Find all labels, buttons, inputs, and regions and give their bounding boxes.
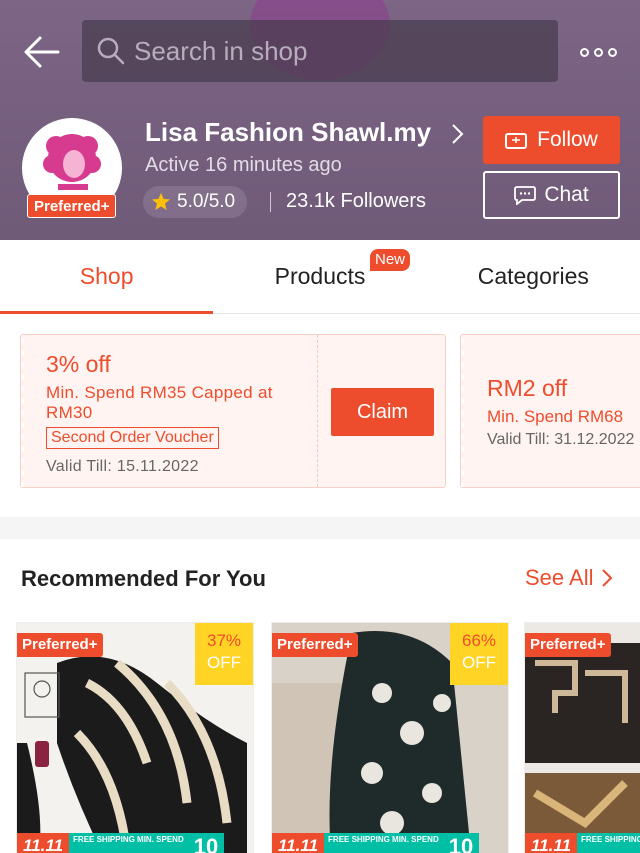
recommended-header: Recommended For You See All — [0, 540, 640, 620]
preferred-badge: Preferred+ — [272, 633, 359, 657]
product-card[interactable]: Preferred+ 11.11 FREE SHIPPING MIN. SPEN… — [524, 622, 640, 853]
min-spend-amount: 10 — [442, 833, 480, 853]
promo-date: 11.11 — [525, 833, 578, 853]
promo-date: 11.11 — [17, 833, 70, 853]
voucher-description: Min. Spend RM68 — [487, 407, 624, 426]
claim-button[interactable]: Claim — [331, 388, 434, 436]
discount-percent: 66% — [461, 631, 497, 650]
back-button[interactable] — [22, 32, 62, 72]
promo-date: 11.11 — [272, 833, 325, 853]
tab-categories[interactable]: Categories — [427, 240, 640, 313]
voucher-validity: Valid Till: 15.11.2022 — [46, 458, 199, 475]
tab-shop[interactable]: Shop — [0, 240, 214, 314]
chevron-right-icon — [601, 569, 612, 587]
discount-badge: 37% OFF — [195, 623, 253, 685]
voucher-title: RM2 off — [487, 375, 568, 401]
search-input[interactable]: Search in shop — [82, 20, 558, 82]
discount-off: OFF — [462, 653, 496, 672]
dot-icon — [580, 47, 589, 57]
rating-value: 5.0/5.0 — [177, 191, 236, 212]
chat-bubble-icon — [514, 186, 537, 205]
discount-badge: 66% OFF — [450, 623, 508, 685]
free-shipping-label: FREE SHIPPING MIN. SPEND — [577, 833, 640, 853]
search-placeholder: Search in shop — [134, 35, 308, 66]
product-card[interactable]: Preferred+ 37% OFF 11.11 FREE SHIPPING M… — [16, 622, 254, 853]
arrow-left-icon — [24, 36, 60, 68]
voucher-validity: Valid Till: 31.12.2022 — [487, 431, 635, 448]
see-all-label: See All — [525, 565, 594, 590]
product-carousel[interactable]: Preferred+ 37% OFF 11.11 FREE SHIPPING M… — [0, 620, 640, 853]
min-spend-amount: 10 — [187, 833, 225, 853]
search-icon — [97, 37, 125, 65]
voucher-card: RM2 off Min. Spend RM68 Valid Till: 31.1… — [460, 334, 640, 488]
promo-strip: 11.11 FREE SHIPPING MIN. SPEND 10 — [272, 833, 508, 853]
voucher-divider — [317, 335, 318, 487]
dot-icon — [594, 47, 603, 57]
preferred-badge: Preferred+ — [17, 633, 104, 657]
chat-label: Chat — [544, 183, 589, 206]
product-card[interactable]: Preferred+ 66% OFF 11.11 FREE SHIPPING M… — [271, 622, 509, 853]
active-status: Active 16 minutes ago — [145, 154, 342, 176]
shop-header: Search in shop Preferred+ Lisa Fashion S… — [0, 0, 640, 240]
follow-button[interactable]: Follow — [483, 116, 620, 164]
product-image — [525, 623, 640, 853]
see-all-link[interactable]: See All — [525, 565, 614, 591]
discount-off: OFF — [207, 653, 241, 672]
section-gap — [0, 517, 640, 539]
promo-strip: 11.11 FREE SHIPPING MIN. SPEND 10 — [17, 833, 253, 853]
voucher-title: 3% off — [46, 351, 111, 377]
preferred-badge: Preferred+ — [27, 194, 117, 218]
chat-button[interactable]: Chat — [483, 171, 620, 219]
chevron-right-icon[interactable] — [450, 122, 466, 146]
voucher-carousel[interactable]: 3% off Min. Spend RM35 Capped at RM30 Se… — [0, 314, 640, 514]
star-icon — [152, 193, 170, 210]
rating-badge[interactable]: 5.0/5.0 — [143, 186, 248, 218]
voucher-edge — [461, 335, 467, 487]
voucher-description: Min. Spend RM35 Capped at RM30 — [46, 383, 273, 422]
promo-strip: 11.11 FREE SHIPPING MIN. SPEND 10 — [525, 833, 640, 853]
shop-name[interactable]: Lisa Fashion Shawl.my — [145, 117, 431, 148]
voucher-tag: Second Order Voucher — [46, 427, 219, 449]
discount-percent: 37% — [206, 631, 242, 650]
divider — [270, 192, 271, 212]
voucher-card: 3% off Min. Spend RM35 Capped at RM30 Se… — [20, 334, 446, 488]
follow-label: Follow — [537, 128, 598, 151]
followers-count: 23.1k Followers — [286, 190, 427, 212]
free-shipping-label: FREE SHIPPING MIN. SPEND — [69, 833, 188, 853]
free-shipping-label: FREE SHIPPING MIN. SPEND — [324, 833, 443, 853]
shop-icon — [505, 133, 528, 149]
new-badge: New — [370, 249, 411, 271]
more-options-button[interactable] — [580, 42, 620, 62]
shop-tabs: Shop Products Categories — [0, 240, 640, 314]
voucher-edge — [21, 335, 27, 487]
section-title: Recommended For You — [21, 566, 266, 591]
dot-icon — [608, 47, 617, 57]
preferred-badge: Preferred+ — [525, 633, 612, 657]
